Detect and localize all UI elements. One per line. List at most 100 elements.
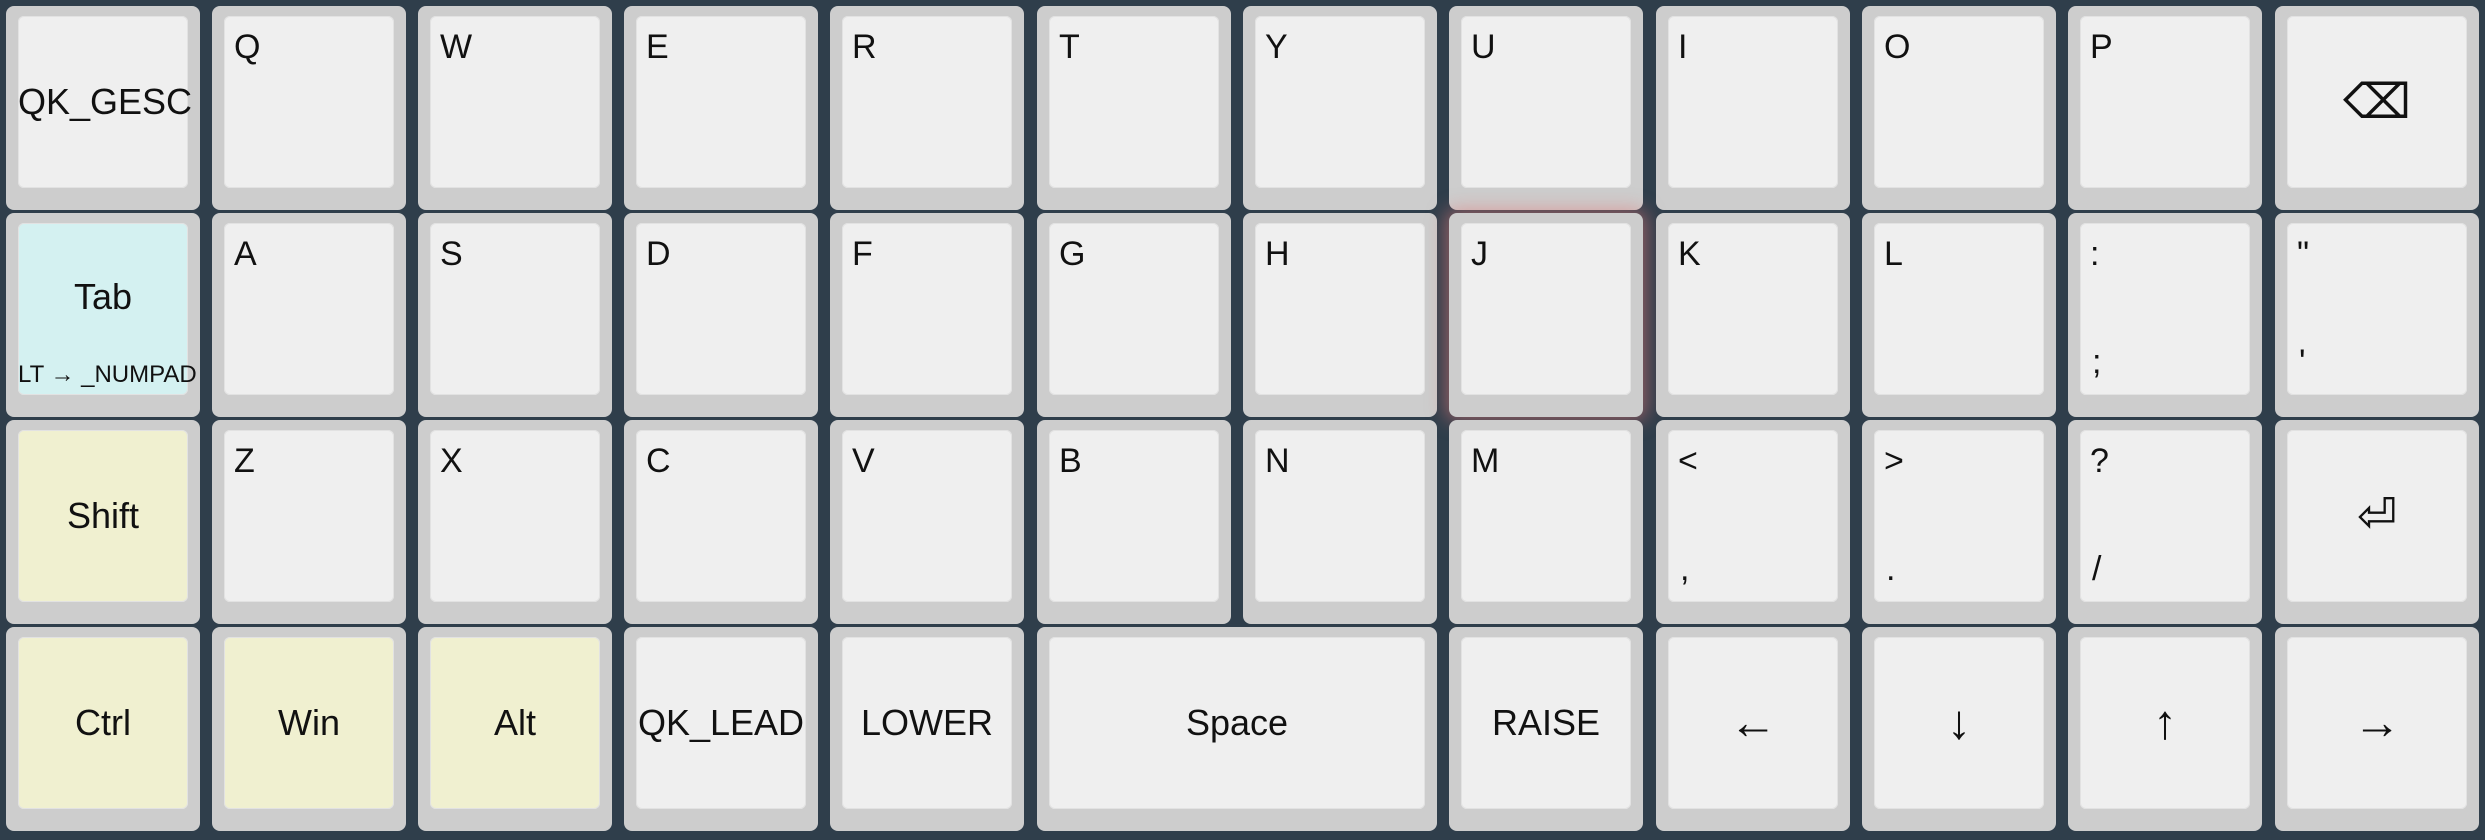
key-label: QK_GESC [18, 81, 193, 122]
key-i[interactable]: I [1656, 6, 1850, 210]
key-slash[interactable]: ? / [2068, 420, 2262, 624]
key-base-label: ' [2299, 343, 2306, 381]
key-y[interactable]: Y [1243, 6, 1437, 210]
key-label: K [1678, 235, 1701, 273]
key-label: H [1265, 235, 1290, 273]
key-arrow-down[interactable]: ↓ [1862, 627, 2056, 831]
key-ctrl[interactable]: Ctrl [6, 627, 200, 831]
key-label: N [1265, 442, 1290, 480]
key-l[interactable]: L [1862, 213, 2056, 417]
key-label: Shift [66, 495, 140, 536]
key-base-label: , [1680, 550, 1690, 588]
key-base-label: . [1886, 550, 1896, 588]
key-label: S [440, 235, 463, 273]
key-qk-lead[interactable]: QK_LEAD [624, 627, 818, 831]
key-enter[interactable]: ⏎ [2275, 420, 2479, 624]
key-r[interactable]: R [830, 6, 1024, 210]
key-label: LOWER [860, 702, 993, 743]
key-base-label: ; [2092, 343, 2102, 381]
key-space[interactable]: Space [1037, 627, 1437, 831]
key-label: B [1059, 442, 1082, 480]
key-d[interactable]: D [624, 213, 818, 417]
key-hold-label: LT → _NUMPAD [18, 361, 197, 388]
key-label: I [1678, 28, 1688, 66]
key-label: Y [1265, 28, 1288, 66]
key-x[interactable]: X [418, 420, 612, 624]
key-arrow-up[interactable]: ↑ [2068, 627, 2262, 831]
key-lower[interactable]: LOWER [830, 627, 1024, 831]
key-c[interactable]: C [624, 420, 818, 624]
key-backspace[interactable]: ⌫ [2275, 6, 2479, 210]
arrow-down-icon: ↓ [1947, 696, 1971, 750]
arrow-left-icon: ← [1729, 696, 1777, 750]
key-base-label: / [2092, 550, 2102, 588]
key-alt[interactable]: Alt [418, 627, 612, 831]
key-label: C [646, 442, 671, 480]
key-a[interactable]: A [212, 213, 406, 417]
key-s[interactable]: S [418, 213, 612, 417]
key-raise[interactable]: RAISE [1449, 627, 1643, 831]
key-label: X [440, 442, 463, 480]
key-period[interactable]: >. [1862, 420, 2056, 624]
key-label: Tab [73, 275, 133, 317]
key-n[interactable]: N [1243, 420, 1437, 624]
key-shift-label: ? [2090, 442, 2109, 480]
key-label: G [1059, 235, 1086, 273]
key-q[interactable]: Q [212, 6, 406, 210]
key-label: A [234, 235, 257, 273]
arrow-right-icon: → [2353, 696, 2401, 750]
key-label: F [852, 235, 873, 273]
key-z[interactable]: Z [212, 420, 406, 624]
key-label: L [1884, 235, 1903, 273]
enter-icon: ⏎ [2356, 490, 2398, 543]
backspace-icon: ⌫ [2343, 76, 2411, 129]
key-comma[interactable]: <, [1656, 420, 1850, 624]
key-label: V [852, 442, 875, 480]
key-quote[interactable]: " ' [2275, 213, 2479, 417]
key-arrow-right[interactable]: → [2275, 627, 2479, 831]
key-tab-numpad[interactable]: Tab LT → _NUMPAD [6, 213, 200, 417]
key-h[interactable]: H [1243, 213, 1437, 417]
key-label: T [1059, 28, 1080, 66]
key-shift-label: : [2090, 235, 2100, 273]
key-w[interactable]: W [418, 6, 612, 210]
key-label: D [646, 235, 671, 273]
key-o[interactable]: O [1862, 6, 2056, 210]
key-b[interactable]: B [1037, 420, 1231, 624]
key-label: E [646, 28, 669, 66]
key-k[interactable]: K [1656, 213, 1850, 417]
key-label: O [1884, 28, 1911, 66]
key-win[interactable]: Win [212, 627, 406, 831]
key-label: QK_LEAD [637, 702, 805, 743]
key-j[interactable]: J [1449, 213, 1643, 417]
key-g[interactable]: G [1037, 213, 1231, 417]
key-label: R [852, 28, 877, 66]
key-arrow-left[interactable]: ← [1656, 627, 1850, 831]
keyboard-layout: QK_GESC Q W E R T Y U I O P ⌫ Tab LT → _N… [0, 0, 2485, 840]
key-shift-label: > [1884, 442, 1904, 480]
key-u[interactable]: U [1449, 6, 1643, 210]
arrow-up-icon: ↑ [2153, 696, 2177, 750]
key-f[interactable]: F [830, 213, 1024, 417]
key-shift-label: " [2297, 235, 2310, 273]
key-m[interactable]: M [1449, 420, 1643, 624]
key-label: Q [234, 28, 261, 66]
key-label: W [440, 28, 473, 66]
key-e[interactable]: E [624, 6, 818, 210]
key-label: Alt [493, 702, 536, 743]
key-label: P [2090, 28, 2113, 66]
key-v[interactable]: V [830, 420, 1024, 624]
key-p[interactable]: P [2068, 6, 2262, 210]
key-label: M [1471, 442, 1500, 480]
key-shift[interactable]: Shift [6, 420, 200, 624]
key-label: J [1471, 235, 1488, 273]
key-qk-gesc[interactable]: QK_GESC [6, 6, 200, 210]
key-label: Space [1185, 702, 1289, 743]
key-t[interactable]: T [1037, 6, 1231, 210]
key-label: Z [234, 442, 255, 480]
key-semicolon[interactable]: :; [2068, 213, 2262, 417]
key-label: RAISE [1491, 702, 1601, 743]
key-shift-label: < [1678, 442, 1698, 480]
key-label: Win [278, 702, 340, 743]
key-label: U [1471, 28, 1496, 66]
